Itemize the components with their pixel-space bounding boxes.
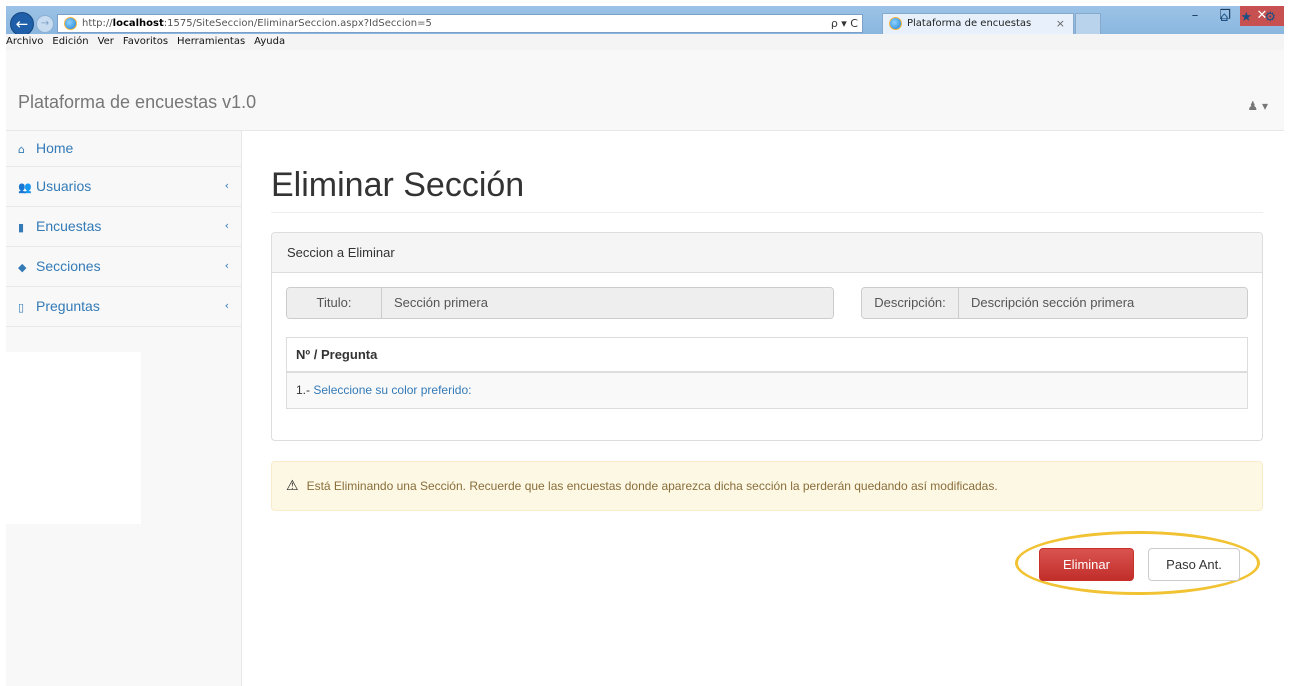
sidebar-item-label: Home — [36, 140, 74, 156]
menu-edicion[interactable]: Edición — [52, 36, 88, 47]
section-panel: Seccion a Eliminar Titulo: Sección prime… — [271, 232, 1263, 441]
bookmark-outline-icon: ▯ — [18, 301, 25, 314]
menu-ayuda[interactable]: Ayuda — [254, 36, 285, 47]
sidebar-item-usuarios[interactable]: 👥 Usuarios ‹ — [6, 167, 241, 207]
sidebar-item-secciones[interactable]: ◆ Secciones ‹ — [6, 247, 241, 287]
question-link[interactable]: Seleccione su color preferido: — [313, 383, 471, 397]
user-menu-icon[interactable]: ♟ ▾ — [1247, 99, 1268, 113]
chevron-left-icon[interactable]: ‹ — [225, 207, 229, 245]
titulo-field-group: Titulo: Sección primera — [286, 287, 834, 319]
browser-menubar: Archivo Edición Ver Favoritos Herramientas Ay… — [6, 34, 1284, 50]
descripcion-label: Descripción: — [862, 288, 959, 318]
question-number: 1.- — [296, 383, 311, 397]
menu-archivo[interactable]: Archivo — [6, 36, 43, 47]
url-rest: :1575/SiteSeccion/EliminarSeccion.aspx?I… — [163, 18, 432, 29]
title-divider — [271, 212, 1263, 213]
table-header: Nº / Pregunta — [287, 338, 1247, 373]
app-navbar: Plataforma de encuestas v1.0 ♟ ▾ — [6, 50, 1284, 131]
blank-area — [6, 352, 141, 524]
sidebar-item-label: Preguntas — [36, 298, 100, 314]
chevron-left-icon[interactable]: ‹ — [225, 167, 229, 205]
sidebar-item-preguntas[interactable]: ▯ Preguntas ‹ — [6, 287, 241, 327]
tags-icon: ◆ — [18, 261, 27, 274]
minimize-button[interactable]: – — [1180, 6, 1210, 26]
search-refresh-icons[interactable]: ρ ▾ C — [831, 15, 858, 32]
tab-close-icon[interactable]: × — [1056, 14, 1065, 34]
brand-title[interactable]: Plataforma de encuestas v1.0 — [18, 92, 256, 113]
menu-ver[interactable]: Ver — [98, 36, 114, 47]
bookmark-icon: ▮ — [18, 221, 25, 234]
chevron-left-icon[interactable]: ‹ — [225, 287, 229, 325]
address-bar[interactable]: http://localhost:1575/SiteSeccion/Elimin… — [57, 14, 863, 33]
panel-heading: Seccion a Eliminar — [272, 233, 1262, 273]
ie-page-icon — [64, 17, 77, 30]
paso-anterior-button[interactable]: Paso Ant. — [1148, 548, 1240, 581]
sidebar-item-label: Encuestas — [36, 218, 102, 234]
sidebar-item-encuestas[interactable]: ▮ Encuestas ‹ — [6, 207, 241, 247]
url-host: localhost — [112, 18, 164, 29]
forward-button[interactable]: → — [36, 15, 54, 33]
page-title: Eliminar Sección — [271, 166, 525, 204]
chevron-left-icon[interactable]: ‹ — [225, 247, 229, 285]
back-button[interactable]: ← — [10, 12, 34, 36]
browser-tab[interactable]: Plataforma de encuestas × — [882, 13, 1074, 34]
warning-text: Está Eliminando una Sección. Recuerde qu… — [306, 479, 998, 493]
sidebar-item-home[interactable]: ⌂ Home — [6, 131, 241, 167]
titulo-label: Titulo: — [287, 288, 382, 318]
new-tab-button[interactable] — [1075, 13, 1101, 34]
tab-title: Plataforma de encuestas — [907, 18, 1032, 29]
table-row: 1.- Seleccione su color preferido: — [287, 373, 1247, 408]
sidebar-item-label: Secciones — [36, 258, 101, 274]
url-prefix: http:// — [82, 18, 113, 29]
ie-tab-icon — [889, 17, 902, 30]
home-favorites-settings-icons[interactable]: ⌂ ★ ⚙ — [1220, 10, 1280, 25]
descripcion-field-group: Descripción: Descripción sección primera — [861, 287, 1248, 319]
descripcion-field[interactable]: Descripción sección primera — [959, 288, 1247, 318]
warning-icon: ⚠ — [286, 478, 299, 494]
warning-alert: ⚠ Está Eliminando una Sección. Recuerde q… — [271, 461, 1263, 511]
questions-table: Nº / Pregunta 1.- Seleccione su color pr… — [286, 337, 1248, 409]
titulo-field[interactable]: Sección primera — [382, 288, 833, 318]
eliminar-button[interactable]: Eliminar — [1039, 548, 1134, 581]
users-icon: 👥 — [18, 181, 32, 194]
home-icon: ⌂ — [18, 143, 25, 156]
menu-favoritos[interactable]: Favoritos — [123, 36, 168, 47]
menu-herramientas[interactable]: Herramientas — [177, 36, 245, 47]
sidebar-item-label: Usuarios — [36, 178, 92, 194]
